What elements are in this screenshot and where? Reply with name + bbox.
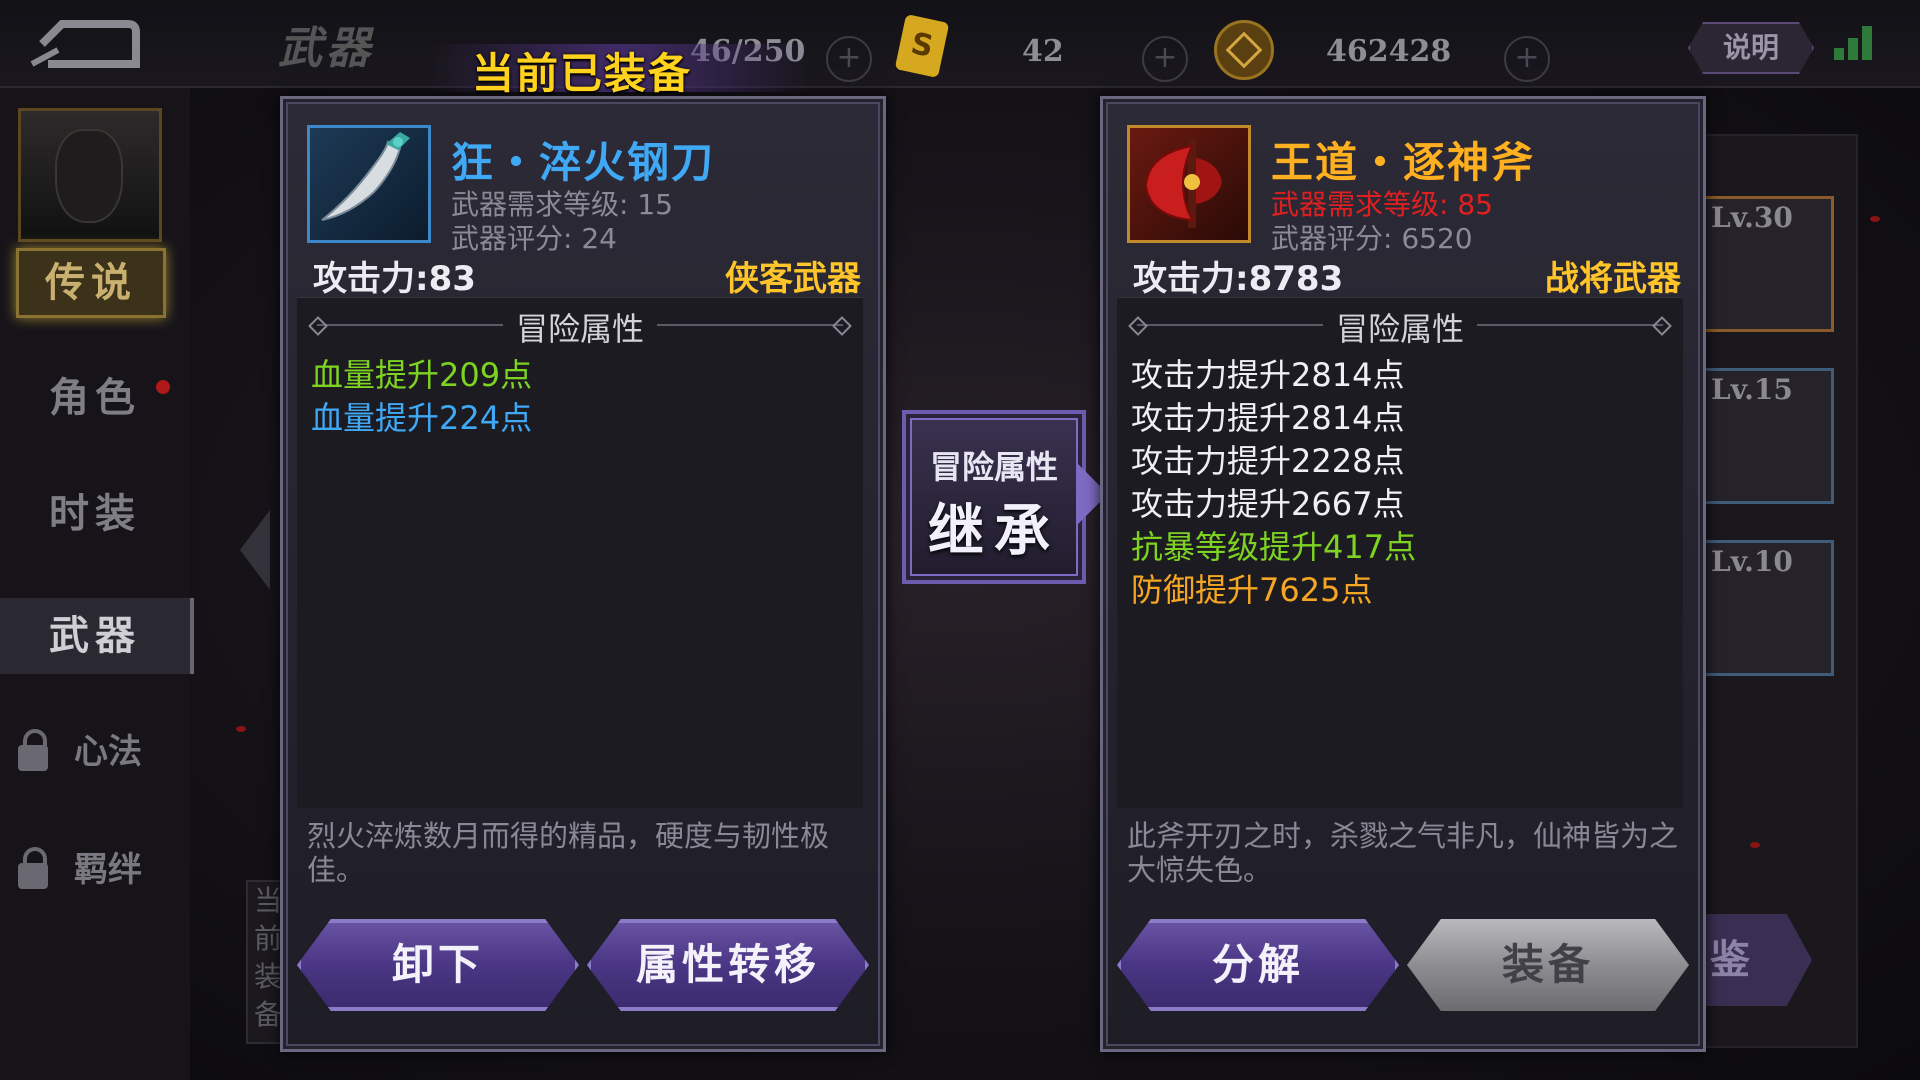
weapon-slot[interactable]: Lv.10 <box>1700 540 1834 676</box>
attribute-item: 攻击力提升2814点 <box>1131 399 1405 437</box>
weapon-slot[interactable]: Lv.15 <box>1700 368 1834 504</box>
weapon-class: 战将武器 <box>1545 259 1681 299</box>
add-currency2-button[interactable]: + <box>1504 36 1550 82</box>
sidebar-item-label: 时装 <box>49 491 141 537</box>
inherit-main-label: 继承 <box>928 499 1060 564</box>
equipped-weapon-panel: 狂・淬火钢刀 武器需求等级: 15 武器评分: 24 攻击力:83 侠客武器 冒… <box>280 96 886 1052</box>
avatar[interactable] <box>18 108 162 242</box>
card-icon: S <box>894 14 950 78</box>
signal-icon <box>1834 26 1884 60</box>
currency2-value: 462428 <box>1326 34 1452 69</box>
sidebar-item-character[interactable]: 角色 <box>0 360 190 436</box>
sidebar-item-label: 武器 <box>49 613 141 659</box>
rarity-badge: 传说 <box>16 248 166 318</box>
equipped-label: 当前已装备 <box>472 49 693 98</box>
add-bag-button[interactable]: + <box>826 36 872 82</box>
sidebar-item-mind-method[interactable]: 心法 <box>18 722 188 782</box>
page-title: 武器 <box>278 23 374 74</box>
ember-decoration <box>236 726 246 732</box>
dismantle-button[interactable]: 分解 <box>1117 919 1399 1011</box>
attribute-item: 防御提升7625点 <box>1131 571 1373 609</box>
sidebar-item-weapon[interactable]: 武器 <box>0 598 194 674</box>
weapon-slot[interactable]: Lv.30 <box>1700 196 1834 332</box>
attack-power: 攻击力:83 <box>313 259 476 299</box>
lock-icon <box>18 846 48 889</box>
help-button[interactable]: 说明 <box>1688 22 1814 74</box>
attribute-item: 抗暴等级提升417点 <box>1131 528 1417 566</box>
ember-decoration <box>1870 216 1880 222</box>
currency1-value: 42 <box>1022 34 1064 69</box>
inherit-top-label: 冒险属性 <box>929 448 1058 486</box>
axe-icon <box>1144 138 1222 228</box>
attribute-title: 冒险属性 <box>515 310 644 348</box>
attribute-item: 攻击力提升2814点 <box>1131 356 1405 394</box>
weapon-description: 此斧开刃之时，杀戮之气非凡，仙神皆为之大惊失色。 <box>1127 819 1679 887</box>
sidebar-item-fashion[interactable]: 时装 <box>0 476 190 552</box>
weapon-name: 狂・淬火钢刀 <box>451 138 716 187</box>
sidebar-item-label: 羁绊 <box>74 850 142 890</box>
sidebar-item-bond[interactable]: 羁绊 <box>18 840 188 900</box>
lock-icon <box>18 728 48 771</box>
chevron-left-icon[interactable] <box>240 510 270 590</box>
top-bar: 武器 46/250 + S 42 + 462428 + 说明 <box>0 0 1920 88</box>
ember-decoration <box>1750 842 1760 848</box>
attribute-item: 攻击力提升2228点 <box>1131 442 1405 480</box>
candidate-weapon-panel: 王道・逐神斧 武器需求等级: 85 武器评分: 6520 攻击力:8783 战将… <box>1100 96 1706 1052</box>
weapon-name: 王道・逐神斧 <box>1271 138 1536 187</box>
sidebar-item-label: 角色 <box>49 375 141 421</box>
attribute-box: 冒险属性 攻击力提升2814点 攻击力提升2814点 攻击力提升2228点 攻击力提升… <box>1117 297 1683 808</box>
equip-button[interactable]: 装备 <box>1407 919 1689 1011</box>
weapon-class: 侠客武器 <box>725 259 861 299</box>
attack-power: 攻击力:8783 <box>1133 259 1344 299</box>
attribute-box: 冒险属性 血量提升209点 血量提升224点 <box>297 297 863 808</box>
blade-icon <box>321 132 410 221</box>
attribute-list: 攻击力提升2814点 攻击力提升2814点 攻击力提升2228点 攻击力提升2667点… <box>1131 354 1416 612</box>
attribute-item: 血量提升209点 <box>311 356 533 394</box>
back-arrow-icon[interactable] <box>28 14 140 74</box>
sidebar: 传说 角色 时装 武器 心法 羁绊 <box>0 88 194 1080</box>
weapon-description: 烈火淬炼数月而得的精品，硬度与韧性极佳。 <box>307 819 830 887</box>
transfer-attributes-button[interactable]: 属性转移 <box>587 919 869 1011</box>
attribute-header: 冒险属性 <box>1117 304 1683 348</box>
weapon-icon <box>307 125 431 243</box>
attribute-header: 冒险属性 <box>297 304 863 348</box>
notification-dot <box>156 380 170 394</box>
attribute-item: 血量提升224点 <box>311 399 533 437</box>
coin-icon <box>1214 20 1274 80</box>
weapon-icon <box>1127 125 1251 243</box>
attribute-list: 血量提升209点 血量提升224点 <box>311 354 532 440</box>
attribute-title: 冒险属性 <box>1335 310 1464 348</box>
character-portrait <box>55 129 123 223</box>
unequip-button[interactable]: 卸下 <box>297 919 579 1011</box>
inherit-attributes-button[interactable]: 冒险属性 继承 <box>902 410 1086 584</box>
sidebar-item-label: 心法 <box>74 732 142 772</box>
add-currency1-button[interactable]: + <box>1142 36 1188 82</box>
attribute-item: 攻击力提升2667点 <box>1131 485 1405 523</box>
